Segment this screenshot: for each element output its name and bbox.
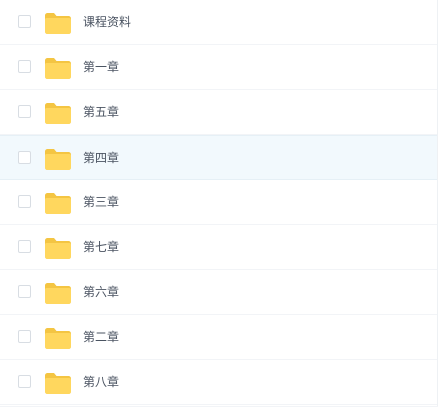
row-checkbox[interactable] (18, 195, 31, 208)
folder-icon (44, 191, 72, 215)
row-checkbox[interactable] (18, 15, 31, 28)
file-name[interactable]: 第六章 (83, 284, 119, 300)
folder-icon (44, 11, 72, 35)
file-row-0[interactable]: 课程资料 (0, 0, 438, 45)
folder-icon (44, 281, 72, 305)
row-checkbox[interactable] (18, 240, 31, 253)
file-row-6[interactable]: 第六章 (0, 270, 438, 315)
file-name[interactable]: 第七章 (83, 239, 119, 255)
folder-icon (44, 236, 72, 260)
file-row-7[interactable]: 第二章 (0, 315, 438, 360)
row-checkbox[interactable] (18, 285, 31, 298)
list-bottom-divider (0, 406, 438, 416)
folder-icon (44, 56, 72, 80)
file-row-1[interactable]: 第一章 (0, 45, 438, 90)
folder-icon (44, 326, 72, 350)
file-name[interactable]: 第一章 (83, 59, 119, 75)
row-checkbox[interactable] (18, 375, 31, 388)
file-list: 课程资料 第一章 第五章 第四章 第三章 第七章 第六章 第二章 第八章 (0, 0, 438, 416)
folder-icon (44, 371, 72, 395)
file-row-5[interactable]: 第七章 (0, 225, 438, 270)
file-row-4[interactable]: 第三章 (0, 180, 438, 225)
file-name[interactable]: 第四章 (83, 150, 119, 166)
folder-icon (44, 101, 72, 125)
row-checkbox[interactable] (18, 330, 31, 343)
file-row-8[interactable]: 第八章 (0, 360, 438, 405)
row-checkbox[interactable] (18, 105, 31, 118)
row-checkbox[interactable] (18, 60, 31, 73)
file-name[interactable]: 课程资料 (83, 14, 131, 30)
file-name[interactable]: 第三章 (83, 194, 119, 210)
file-row-3[interactable]: 第四章 (0, 135, 438, 180)
file-name[interactable]: 第八章 (83, 374, 119, 390)
folder-icon (44, 147, 72, 171)
row-checkbox[interactable] (18, 151, 31, 164)
file-name[interactable]: 第五章 (83, 104, 119, 120)
file-name[interactable]: 第二章 (83, 329, 119, 345)
file-row-2[interactable]: 第五章 (0, 90, 438, 135)
